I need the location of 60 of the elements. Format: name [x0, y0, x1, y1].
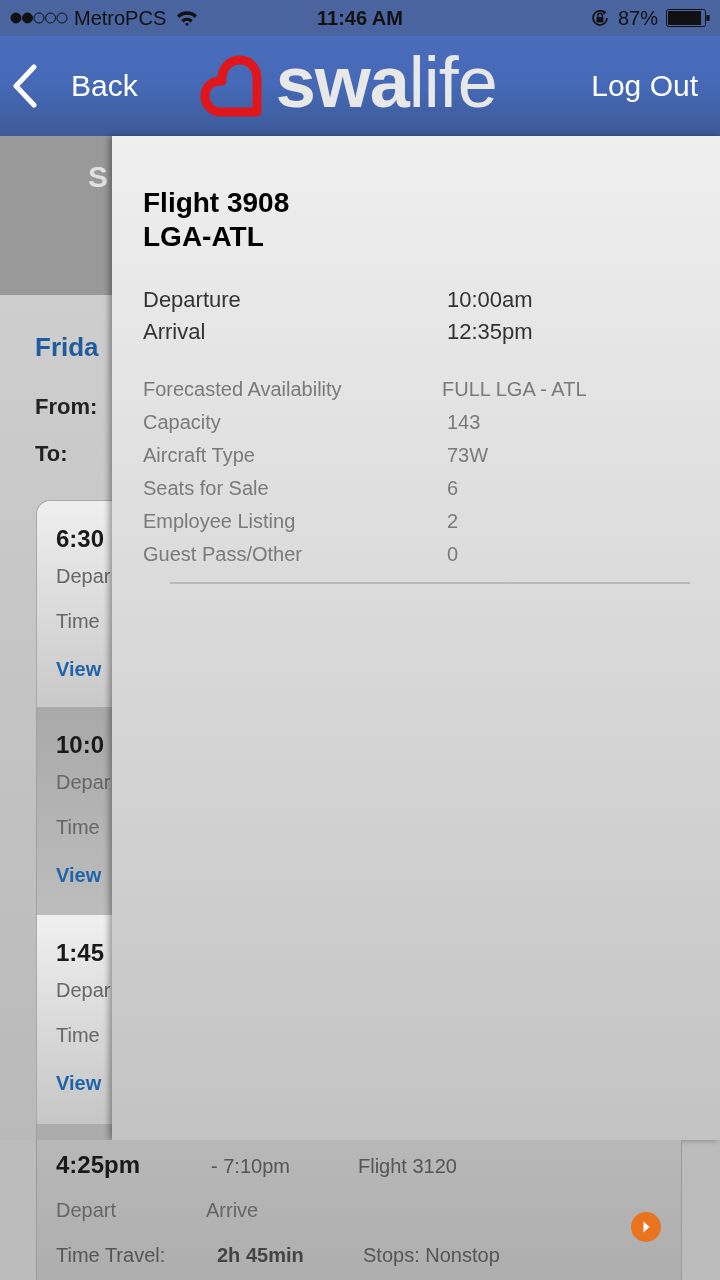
depart-label: Depart [56, 1198, 118, 1222]
detail-label: Capacity [143, 410, 222, 435]
chevron-left-icon [12, 64, 38, 108]
wifi-icon [176, 10, 199, 26]
flight-number-title: Flight 3908 [143, 186, 291, 220]
view-link[interactable]: View [56, 863, 102, 887]
detail-value: 0 [446, 542, 460, 567]
travel-time-label: Time [56, 609, 100, 633]
from-label: From: [35, 394, 99, 420]
flight-card[interactable]: 10:0 Depar Time View [36, 707, 112, 915]
detail-label: Aircraft Type [143, 443, 256, 468]
back-button[interactable]: Back [12, 64, 138, 108]
depart-label: Depar [56, 770, 111, 794]
detail-value: 6 [446, 476, 460, 501]
time-value: 10:00am [447, 286, 534, 314]
play-circle-icon[interactable] [631, 1212, 661, 1242]
detail-label: Seats for Sale [143, 476, 270, 501]
time-label: Arrival [143, 318, 207, 346]
heart-logo-icon [199, 55, 262, 117]
stops-info: Stops: Nonstop [363, 1243, 500, 1267]
depart-label: Depar [56, 978, 111, 1002]
signal-strength-icon [10, 12, 68, 24]
to-label: To: [35, 441, 69, 467]
arrive-label: Arrive [206, 1198, 259, 1222]
travel-time-label: Time [56, 1023, 100, 1047]
flight-card[interactable]: 1:45 Depar Time View [36, 915, 112, 1124]
departure-time: 1:45 [56, 938, 105, 968]
detail-value: FULL LGA - ATL [442, 377, 588, 402]
view-link[interactable]: View [56, 657, 102, 681]
clock-time: 11:46 AM [317, 8, 403, 28]
detail-value: 2 [446, 509, 460, 534]
page-title: S [88, 159, 109, 195]
departure-time: 6:30 [56, 524, 105, 554]
flight-number: Flight 3120 [358, 1154, 457, 1178]
time-value: 12:35pm [447, 318, 534, 346]
flight-card[interactable] [36, 1124, 112, 1140]
flight-card[interactable]: 4:25pm - 7:10pm Flight 3120 Depart Arrive Time Travel: 2h 45min Stops: Nonstop [36, 1140, 682, 1280]
view-link[interactable]: View [56, 1071, 102, 1095]
detail-label: Forecasted Availability [143, 377, 343, 402]
arrival-time: - 7:10pm [211, 1154, 291, 1178]
departure-time: 10:0 [56, 730, 105, 760]
log-out-button[interactable]: Log Out [591, 71, 698, 101]
time-label: Departure [143, 286, 242, 314]
rotation-lock-icon [589, 8, 610, 28]
battery-percent: 87% [617, 8, 658, 28]
detail-value: 143 [446, 410, 482, 435]
travel-duration: 2h 45min [217, 1243, 305, 1267]
flight-card[interactable]: 6:30 Depar Time View [36, 500, 112, 707]
detail-value: 73W [446, 443, 490, 468]
date-heading: Frida [35, 331, 100, 364]
carrier-name: MetroPCS [74, 8, 167, 28]
travel-time-label: Time Travel: [56, 1243, 167, 1267]
departure-time: 4:25pm [56, 1150, 142, 1180]
route-title: LGA-ATL [143, 220, 265, 254]
travel-time-label: Time [56, 815, 100, 839]
logo-wordmark: swalife [275, 46, 497, 118]
battery-icon [666, 9, 710, 27]
detail-label: Employee Listing [143, 509, 297, 534]
detail-label: Guest Pass/Other [143, 542, 303, 567]
depart-label: Depar [56, 564, 111, 588]
